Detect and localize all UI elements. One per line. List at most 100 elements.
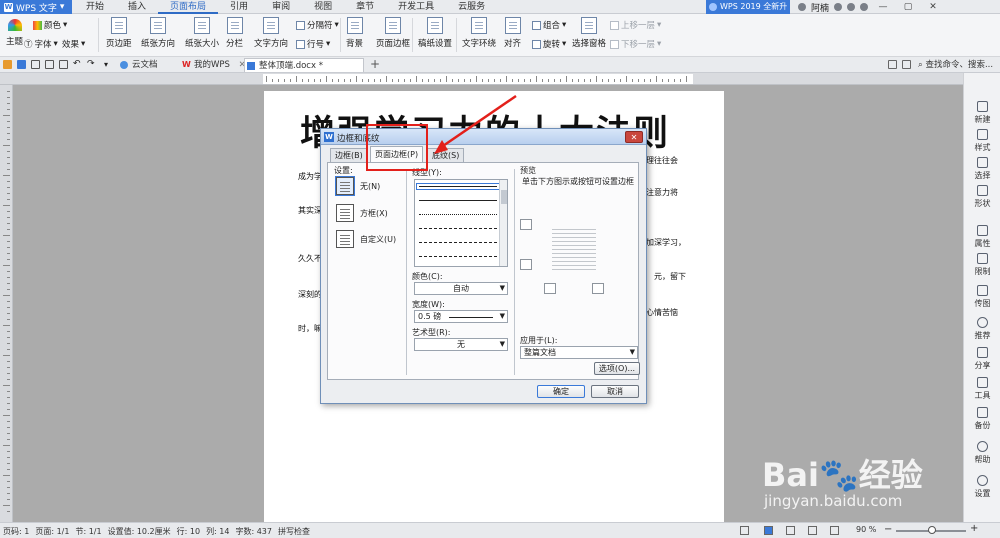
upgrade-button[interactable]: WPS 2019 全新升级: [706, 0, 790, 25]
tab-view[interactable]: 视图: [302, 0, 344, 14]
sidebar-item-backup[interactable]: 备份: [964, 407, 1000, 431]
margins-button[interactable]: 页边距: [106, 17, 132, 49]
layout-icon[interactable]: [888, 60, 897, 69]
background-button[interactable]: 背景: [346, 17, 363, 49]
options-button[interactable]: 选项(O)...: [594, 362, 640, 375]
breaks-button[interactable]: 分隔符 ▾: [296, 19, 339, 31]
selection-pane-button[interactable]: 选择窗格: [572, 17, 606, 49]
color-select[interactable]: 自动 ▼: [414, 282, 508, 295]
avatar[interactable]: [798, 3, 806, 11]
tab-cloud-docs[interactable]: 云文档: [118, 58, 158, 72]
line-style-option[interactable]: [419, 200, 497, 201]
align-button[interactable]: 对齐: [504, 17, 521, 49]
text-wrap-button[interactable]: 文字环绕: [462, 17, 496, 49]
orientation-button[interactable]: 纸张方向: [141, 17, 175, 49]
export-icon[interactable]: [59, 60, 68, 69]
cancel-button[interactable]: 取消: [591, 385, 639, 398]
tab-document[interactable]: 整体顶端.docx *: [244, 58, 364, 72]
tab-section[interactable]: 章节: [344, 0, 386, 14]
apply-to-select[interactable]: 整篇文档 ▼: [520, 346, 638, 359]
settings-icon[interactable]: [860, 3, 869, 11]
line-style-list[interactable]: [414, 179, 508, 267]
text-direction-button[interactable]: 文字方向: [254, 17, 288, 49]
sidebar-item-help[interactable]: 帮助: [964, 441, 1000, 465]
open-icon[interactable]: [3, 60, 12, 69]
page-border-button[interactable]: 页面边框: [376, 17, 410, 49]
scrollbar-thumb[interactable]: [501, 190, 507, 204]
effects-button[interactable]: 效果 ▾: [62, 38, 85, 50]
tab-insert[interactable]: 插入: [116, 0, 158, 14]
tab-references[interactable]: 引用: [218, 0, 260, 14]
line-style-option[interactable]: [419, 242, 497, 243]
sidebar-item-upload-image[interactable]: 传图: [964, 285, 1000, 309]
horizontal-ruler[interactable]: [0, 73, 963, 85]
skin-icon[interactable]: [834, 3, 843, 11]
bring-forward-button[interactable]: 上移一层 ▾: [610, 19, 661, 31]
sidebar-item-recommend[interactable]: 推荐: [964, 317, 1000, 341]
send-backward-button[interactable]: 下移一层 ▾: [610, 38, 661, 50]
tab-my-wps[interactable]: W 我的WPS ✕: [180, 58, 246, 72]
chevron-down-icon[interactable]: ▾: [104, 60, 113, 69]
tab-developer[interactable]: 开发工具: [386, 0, 446, 14]
theme-button[interactable]: 主题: [6, 19, 23, 47]
tab-review[interactable]: 审阅: [260, 0, 302, 14]
tab-page-layout[interactable]: 页面布局: [158, 0, 219, 14]
tab-home[interactable]: 开始: [74, 0, 116, 14]
zoom-level[interactable]: 90 %: [856, 525, 876, 534]
setting-box[interactable]: 方框(X): [336, 204, 388, 222]
preview-area[interactable]: [514, 163, 638, 323]
setting-custom[interactable]: 自定义(U): [336, 230, 396, 248]
top-border-button[interactable]: [520, 219, 532, 230]
sidebar-item-tools[interactable]: 工具: [964, 377, 1000, 401]
rotate-button[interactable]: 旋转 ▾: [532, 38, 566, 50]
line-numbers-button[interactable]: 行号 ▾: [296, 38, 330, 50]
setting-none[interactable]: 无(N): [335, 176, 380, 196]
line-style-scrollbar[interactable]: [499, 180, 507, 266]
paper-setup-button[interactable]: 稿纸设置: [418, 17, 452, 49]
print-icon[interactable]: [31, 60, 40, 69]
group-button[interactable]: 组合 ▾: [532, 19, 566, 31]
line-style-option[interactable]: [419, 228, 497, 229]
left-border-button[interactable]: [544, 283, 556, 294]
page-view-icon[interactable]: [764, 526, 773, 535]
spell-check-toggle[interactable]: 拼写检查: [278, 526, 310, 537]
sidebar-item-properties[interactable]: 属性: [964, 225, 1000, 249]
right-border-button[interactable]: [592, 283, 604, 294]
ok-button[interactable]: 确定: [537, 385, 585, 398]
sidebar-item-settings[interactable]: 设置: [964, 475, 1000, 499]
new-tab-button[interactable]: +: [370, 57, 380, 71]
zoom-in-button[interactable]: +: [970, 523, 978, 534]
zoom-out-button[interactable]: −: [884, 524, 892, 535]
save-icon[interactable]: [17, 60, 26, 69]
redo-icon[interactable]: ↷: [87, 60, 96, 69]
bottom-border-button[interactable]: [520, 259, 532, 270]
width-select[interactable]: 0.5 磅 ▼: [414, 310, 508, 323]
tab-borders[interactable]: 边框(B): [330, 148, 368, 162]
app-menu-button[interactable]: W WPS 文字 ▾: [0, 0, 72, 14]
line-style-option[interactable]: [419, 214, 497, 215]
fit-page-icon[interactable]: [740, 526, 749, 535]
line-style-option[interactable]: [419, 256, 497, 257]
sidebar-item-share[interactable]: 分享: [964, 347, 1000, 371]
sidebar-item-restrict[interactable]: 限制: [964, 253, 1000, 277]
feedback-icon[interactable]: [847, 3, 856, 11]
sidebar-item-new[interactable]: 新建: [964, 101, 1000, 125]
line-style-option[interactable]: [416, 183, 500, 190]
user-name[interactable]: 阿楠: [811, 1, 829, 14]
web-view-icon[interactable]: [808, 526, 817, 535]
dialog-close-button[interactable]: ✕: [625, 131, 643, 143]
sidebar-item-shape[interactable]: 形状: [964, 185, 1000, 209]
command-search[interactable]: ⌕ 查找命令、搜索...: [918, 58, 993, 70]
vertical-ruler[interactable]: [0, 85, 13, 522]
read-mode-icon[interactable]: [830, 526, 839, 535]
sidebar-item-select[interactable]: 选择: [964, 157, 1000, 181]
font-button[interactable]: Ⓣ 字体 ▾: [24, 38, 58, 50]
zoom-slider-handle[interactable]: [928, 526, 936, 534]
print-preview-icon[interactable]: [45, 60, 54, 69]
minimize-button[interactable]: —: [873, 0, 893, 14]
color-button[interactable]: 颜色 ▾: [33, 19, 67, 31]
undo-icon[interactable]: ↶: [73, 60, 82, 69]
status-words[interactable]: 字数: 437: [235, 526, 272, 537]
outline-view-icon[interactable]: [786, 526, 795, 535]
columns-button[interactable]: 分栏: [226, 17, 243, 49]
